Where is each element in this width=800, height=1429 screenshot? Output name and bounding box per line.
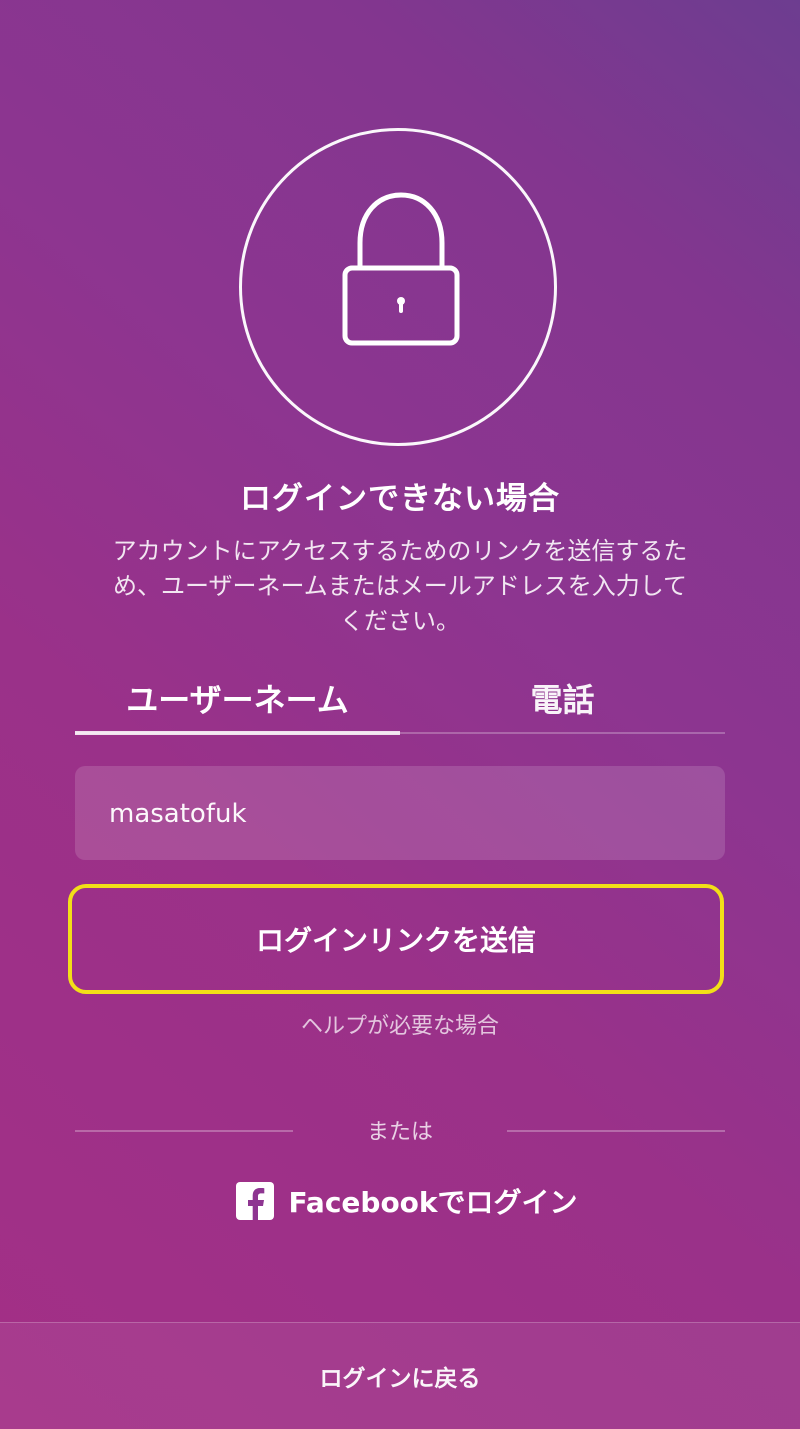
tab-phone[interactable]: 電話 [400, 662, 725, 734]
username-input-container [75, 766, 725, 862]
page-description: アカウントにアクセスするためのリンクを送信するため、ユーザーネームまたはメールア… [112, 537, 688, 635]
back-to-login-link[interactable]: ログインに戻る [320, 1359, 481, 1393]
lock-badge [239, 128, 557, 446]
facebook-login-link[interactable]: Facebookでログイン [232, 1178, 582, 1224]
recovery-tabs: ユーザーネーム 電話 [75, 662, 725, 738]
help-link[interactable]: ヘルプが必要な場合 [0, 1008, 800, 1040]
facebook-icon [236, 1182, 275, 1220]
tab-username[interactable]: ユーザーネーム [75, 662, 400, 734]
tab-active-indicator [75, 731, 400, 735]
lock-icon [342, 192, 460, 346]
send-login-link-button[interactable]: ログインリンクを送信 [68, 884, 724, 994]
username-input[interactable] [107, 766, 697, 862]
bottom-bar: ログインに戻る [0, 1322, 800, 1429]
facebook-login-label: Facebookでログイン [288, 1186, 578, 1219]
login-help-screen: ログインできない場合 アカウントにアクセスするためのリンクを送信するため、ユーザ… [0, 0, 800, 1429]
divider-right [507, 1130, 725, 1132]
page-title: ログインできない場合 [240, 481, 560, 517]
